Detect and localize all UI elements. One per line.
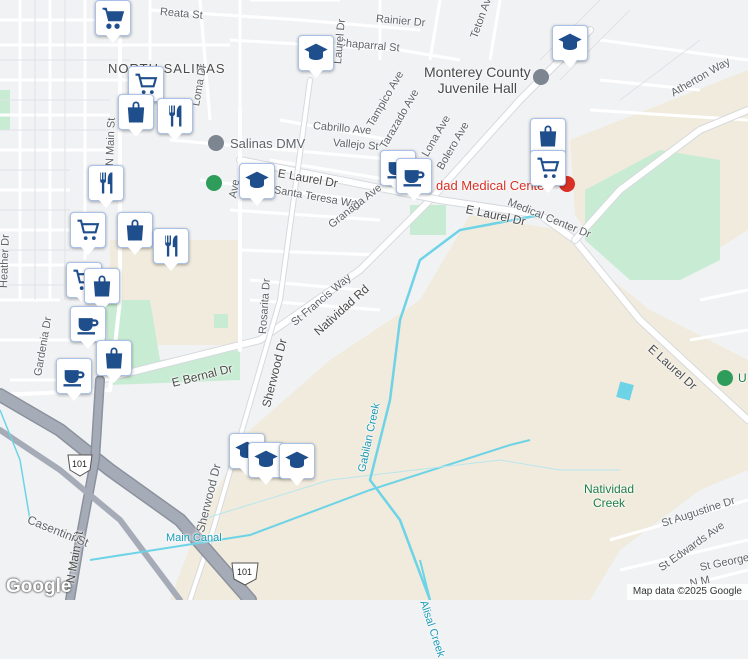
label-salinas-dmv: Salinas DMV: [230, 136, 306, 151]
shopping-bag-marker[interactable]: [117, 212, 153, 255]
shopping-bag-icon: [127, 101, 145, 123]
label-heather-dr: Heather Dr: [0, 234, 12, 289]
school-marker[interactable]: [279, 443, 315, 486]
google-logo[interactable]: Google: [6, 576, 71, 598]
school-marker[interactable]: [298, 35, 334, 78]
shopping-bag-marker[interactable]: [118, 94, 154, 137]
label-main-canal: Main Canal: [166, 532, 222, 544]
cafe-marker[interactable]: [56, 358, 92, 401]
restaurant-marker[interactable]: [153, 228, 189, 271]
park-icon[interactable]: [206, 175, 222, 191]
hwy-101-label-a: 101: [72, 459, 88, 469]
restaurant-icon: [100, 172, 113, 194]
school-icon: [285, 451, 309, 468]
dmv-icon[interactable]: [208, 135, 224, 151]
shopping-cart-marker[interactable]: [95, 0, 131, 43]
restaurant-icon: [165, 235, 178, 257]
restaurant-marker[interactable]: [88, 165, 124, 208]
school-marker[interactable]: [239, 163, 275, 206]
cafe-icon: [63, 370, 85, 387]
map-attribution[interactable]: Map data ©2025 Google: [626, 584, 748, 600]
shopping-cart-icon: [537, 157, 560, 179]
shopping-bag-marker[interactable]: [530, 118, 566, 161]
shopping-cart-icon: [102, 7, 125, 29]
label-u-partial: U: [738, 371, 747, 385]
label-monterey-juvenile: Monterey County Juvenile Hall: [424, 64, 531, 96]
cafe-marker[interactable]: [396, 158, 432, 201]
shopping-bag-marker[interactable]: [96, 340, 132, 383]
shopping-bag-marker[interactable]: [84, 268, 120, 311]
school-marker[interactable]: [552, 25, 588, 68]
shopping-cart-marker[interactable]: [70, 212, 106, 255]
cafe-icon: [77, 318, 99, 335]
juvenile-hall-icon[interactable]: [533, 69, 549, 85]
hwy-101-label-b: 101: [237, 567, 253, 577]
park-small: [214, 314, 228, 328]
shopping-cart-icon: [77, 219, 100, 241]
label-n-main-st-a: N Main St: [104, 117, 118, 167]
label-alisal-creek: Alisal Creek: [417, 599, 447, 659]
cafe-icon: [403, 170, 425, 187]
school-icon: [558, 33, 582, 50]
restaurant-marker[interactable]: [157, 98, 193, 141]
label-natividad-creek: Natividad Creek: [584, 482, 635, 510]
school-icon: [304, 43, 328, 60]
natividad-creek-park-icon[interactable]: [717, 370, 733, 386]
shopping-bag-icon: [539, 125, 557, 147]
school-icon: [245, 171, 269, 188]
shopping-bag-icon: [93, 275, 111, 297]
shopping-bag-icon: [126, 219, 144, 241]
cafe-marker[interactable]: [70, 306, 106, 349]
park-small-3: [0, 90, 10, 130]
shopping-bag-icon: [105, 347, 123, 369]
shopping-cart-marker[interactable]: [530, 150, 566, 193]
school-icon: [254, 450, 278, 467]
restaurant-icon: [169, 105, 182, 127]
